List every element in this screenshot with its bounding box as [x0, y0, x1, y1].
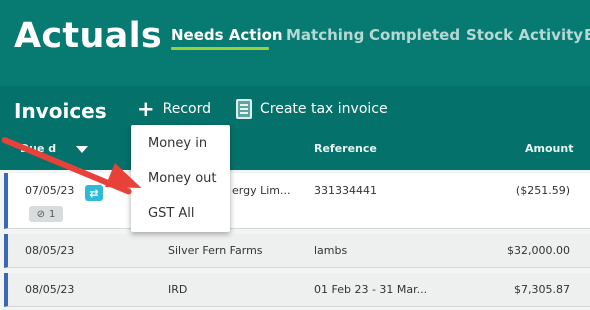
column-header-reference[interactable]: Reference	[314, 142, 377, 155]
attachment-count: 1	[49, 208, 56, 220]
row-amount: $7,305.87	[514, 283, 570, 296]
attachment-count-badge[interactable]: ⊘ 1	[29, 206, 63, 222]
sync-icon: ⇄	[85, 185, 103, 201]
section-title: Invoices	[14, 99, 107, 123]
active-tab-indicator	[171, 47, 269, 50]
create-tax-invoice-button[interactable]: Create tax invoice	[236, 98, 388, 120]
tab-stock-activity[interactable]: Stock Activity	[466, 26, 583, 44]
tab-completed[interactable]: Completed	[369, 26, 460, 44]
page-title: Actuals	[14, 16, 163, 56]
plus-icon: +	[137, 96, 155, 121]
menu-item-money-out[interactable]: Money out	[148, 171, 217, 186]
row-amount: ($251.59)	[515, 184, 570, 197]
row-date: 07/05/23	[25, 184, 75, 197]
record-dropdown-menu: Money in Money out GST All	[131, 125, 230, 232]
row-contact: IRD	[168, 283, 188, 296]
create-tax-invoice-label: Create tax invoice	[260, 101, 388, 117]
row-date: 08/05/23	[25, 244, 75, 257]
row-contact: ergy Lim...	[232, 184, 291, 197]
row-date: 08/05/23	[25, 283, 75, 296]
tab-needs-action[interactable]: Needs Action	[171, 26, 283, 44]
row-reference: 331334441	[314, 184, 377, 197]
sort-desc-icon[interactable]	[76, 146, 88, 153]
record-button[interactable]: + Record	[137, 98, 211, 120]
row-reference: 01 Feb 23 - 31 Mar...	[314, 283, 428, 296]
table-row[interactable]: 08/05/23 Silver Fern Farms lambs $32,000…	[4, 234, 590, 268]
paperclip-icon: ⊘	[36, 208, 45, 220]
table-row[interactable]: 08/05/23 IRD 01 Feb 23 - 31 Mar... $7,30…	[4, 273, 590, 307]
menu-item-gst-all[interactable]: GST All	[148, 206, 195, 221]
record-label: Record	[162, 101, 211, 117]
tab-matching[interactable]: Matching	[286, 26, 364, 44]
menu-item-money-in[interactable]: Money in	[148, 136, 207, 151]
document-icon	[236, 99, 252, 119]
row-reference: lambs	[314, 244, 348, 257]
tab-overflow[interactable]: E	[584, 26, 590, 44]
table-row[interactable]: 07/05/23 ⇄ ⊘ 1 ergy Lim... 331334441 ($2…	[4, 173, 590, 229]
column-header-amount[interactable]: Amount	[525, 142, 573, 155]
row-amount: $32,000.00	[507, 244, 570, 257]
row-contact: Silver Fern Farms	[168, 244, 263, 257]
